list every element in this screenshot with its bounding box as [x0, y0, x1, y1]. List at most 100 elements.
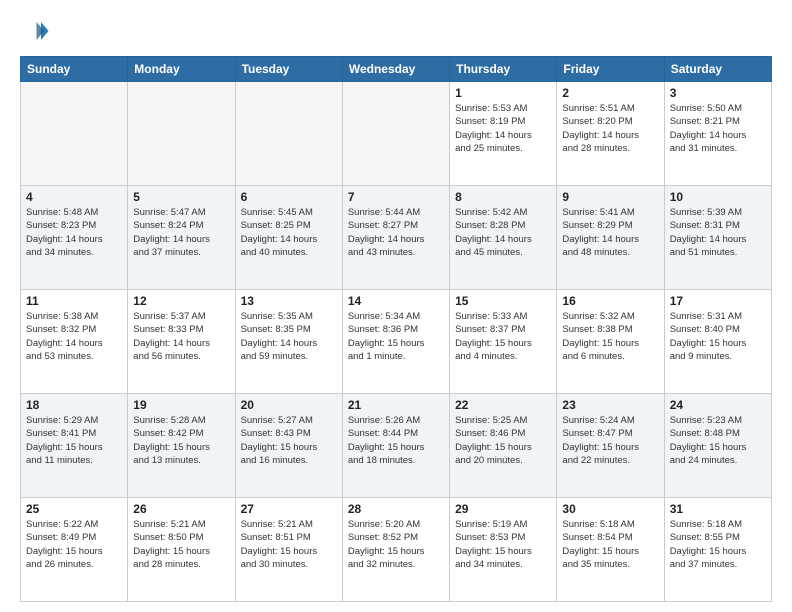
day-info: Sunrise: 5:38 AM Sunset: 8:32 PM Dayligh…	[26, 310, 122, 363]
day-number: 5	[133, 190, 229, 204]
logo	[20, 16, 54, 46]
calendar-week-row: 11Sunrise: 5:38 AM Sunset: 8:32 PM Dayli…	[21, 290, 772, 394]
calendar-header-row: SundayMondayTuesdayWednesdayThursdayFrid…	[21, 57, 772, 82]
day-info: Sunrise: 5:41 AM Sunset: 8:29 PM Dayligh…	[562, 206, 658, 259]
day-number: 12	[133, 294, 229, 308]
calendar-cell: 2 Sunrise: 5:51 AM Sunset: 8:20 PM Daylig…	[557, 82, 664, 186]
day-number: 7	[348, 190, 444, 204]
day-info: Sunrise: 5:48 AM Sunset: 8:23 PM Dayligh…	[26, 206, 122, 259]
calendar-day-header: Thursday	[450, 57, 557, 82]
calendar-week-row: 18 Sunrise: 5:29 AM Sunset: 8:41 PM Dayli…	[21, 394, 772, 498]
day-number: 9	[562, 190, 658, 204]
day-info: Sunrise: 5:22 AM Sunset: 8:49 PM Dayligh…	[26, 518, 122, 571]
calendar-cell: 26Sunrise: 5:21 AM Sunset: 8:50 PM Dayli…	[128, 498, 235, 602]
calendar-cell: 30Sunrise: 5:18 AM Sunset: 8:54 PM Dayli…	[557, 498, 664, 602]
day-info: Sunrise: 5:31 AM Sunset: 8:40 PM Dayligh…	[670, 310, 766, 363]
calendar-day-header: Friday	[557, 57, 664, 82]
calendar-cell: 18 Sunrise: 5:29 AM Sunset: 8:41 PM Dayli…	[21, 394, 128, 498]
calendar-cell: 6 Sunrise: 5:45 AM Sunset: 8:25 PM Daylig…	[235, 186, 342, 290]
calendar-cell: 20Sunrise: 5:27 AM Sunset: 8:43 PM Dayli…	[235, 394, 342, 498]
day-number: 27	[241, 502, 337, 516]
calendar-cell: 10 Sunrise: 5:39 AM Sunset: 8:31 PM Dayli…	[664, 186, 771, 290]
day-info: Sunrise: 5:32 AM Sunset: 8:38 PM Dayligh…	[562, 310, 658, 363]
calendar-cell: 19 Sunrise: 5:28 AM Sunset: 8:42 PM Dayli…	[128, 394, 235, 498]
calendar-cell: 12 Sunrise: 5:37 AM Sunset: 8:33 PM Dayli…	[128, 290, 235, 394]
calendar-day-header: Wednesday	[342, 57, 449, 82]
calendar-cell: 24 Sunrise: 5:23 AM Sunset: 8:48 PM Dayli…	[664, 394, 771, 498]
calendar-cell: 22 Sunrise: 5:25 AM Sunset: 8:46 PM Dayli…	[450, 394, 557, 498]
day-info: Sunrise: 5:19 AM Sunset: 8:53 PM Dayligh…	[455, 518, 551, 571]
day-number: 30	[562, 502, 658, 516]
day-info: Sunrise: 5:39 AM Sunset: 8:31 PM Dayligh…	[670, 206, 766, 259]
day-info: Sunrise: 5:37 AM Sunset: 8:33 PM Dayligh…	[133, 310, 229, 363]
day-number: 29	[455, 502, 551, 516]
page: SundayMondayTuesdayWednesdayThursdayFrid…	[0, 0, 792, 612]
calendar-week-row: 4 Sunrise: 5:48 AM Sunset: 8:23 PM Daylig…	[21, 186, 772, 290]
calendar-cell: 27 Sunrise: 5:21 AM Sunset: 8:51 PM Dayli…	[235, 498, 342, 602]
day-info: Sunrise: 5:26 AM Sunset: 8:44 PM Dayligh…	[348, 414, 444, 467]
day-info: Sunrise: 5:20 AM Sunset: 8:52 PM Dayligh…	[348, 518, 444, 571]
calendar-cell: 13 Sunrise: 5:35 AM Sunset: 8:35 PM Dayli…	[235, 290, 342, 394]
calendar-cell: 15 Sunrise: 5:33 AM Sunset: 8:37 PM Dayli…	[450, 290, 557, 394]
calendar-cell: 7 Sunrise: 5:44 AM Sunset: 8:27 PM Daylig…	[342, 186, 449, 290]
logo-icon	[20, 16, 50, 46]
day-info: Sunrise: 5:18 AM Sunset: 8:55 PM Dayligh…	[670, 518, 766, 571]
day-number: 31	[670, 502, 766, 516]
day-number: 26	[133, 502, 229, 516]
calendar-cell: 29 Sunrise: 5:19 AM Sunset: 8:53 PM Dayli…	[450, 498, 557, 602]
day-info: Sunrise: 5:50 AM Sunset: 8:21 PM Dayligh…	[670, 102, 766, 155]
calendar-cell: 11Sunrise: 5:38 AM Sunset: 8:32 PM Dayli…	[21, 290, 128, 394]
day-number: 3	[670, 86, 766, 100]
day-info: Sunrise: 5:42 AM Sunset: 8:28 PM Dayligh…	[455, 206, 551, 259]
calendar-day-header: Tuesday	[235, 57, 342, 82]
calendar-day-header: Saturday	[664, 57, 771, 82]
day-info: Sunrise: 5:33 AM Sunset: 8:37 PM Dayligh…	[455, 310, 551, 363]
calendar-cell	[128, 82, 235, 186]
calendar-cell: 3 Sunrise: 5:50 AM Sunset: 8:21 PM Daylig…	[664, 82, 771, 186]
calendar-week-row: 25 Sunrise: 5:22 AM Sunset: 8:49 PM Dayli…	[21, 498, 772, 602]
day-number: 1	[455, 86, 551, 100]
day-info: Sunrise: 5:44 AM Sunset: 8:27 PM Dayligh…	[348, 206, 444, 259]
day-number: 14	[348, 294, 444, 308]
day-info: Sunrise: 5:24 AM Sunset: 8:47 PM Dayligh…	[562, 414, 658, 467]
header	[20, 16, 772, 46]
day-number: 8	[455, 190, 551, 204]
day-info: Sunrise: 5:45 AM Sunset: 8:25 PM Dayligh…	[241, 206, 337, 259]
calendar-cell: 9 Sunrise: 5:41 AM Sunset: 8:29 PM Daylig…	[557, 186, 664, 290]
day-info: Sunrise: 5:28 AM Sunset: 8:42 PM Dayligh…	[133, 414, 229, 467]
day-number: 4	[26, 190, 122, 204]
calendar-cell: 5 Sunrise: 5:47 AM Sunset: 8:24 PM Daylig…	[128, 186, 235, 290]
calendar-cell: 14 Sunrise: 5:34 AM Sunset: 8:36 PM Dayli…	[342, 290, 449, 394]
day-number: 13	[241, 294, 337, 308]
day-number: 10	[670, 190, 766, 204]
day-info: Sunrise: 5:34 AM Sunset: 8:36 PM Dayligh…	[348, 310, 444, 363]
calendar-cell: 4 Sunrise: 5:48 AM Sunset: 8:23 PM Daylig…	[21, 186, 128, 290]
day-number: 15	[455, 294, 551, 308]
day-number: 23	[562, 398, 658, 412]
day-number: 2	[562, 86, 658, 100]
calendar-cell: 8 Sunrise: 5:42 AM Sunset: 8:28 PM Daylig…	[450, 186, 557, 290]
calendar-cell: 28Sunrise: 5:20 AM Sunset: 8:52 PM Dayli…	[342, 498, 449, 602]
calendar-cell: 17 Sunrise: 5:31 AM Sunset: 8:40 PM Dayli…	[664, 290, 771, 394]
calendar-cell	[235, 82, 342, 186]
day-number: 22	[455, 398, 551, 412]
day-info: Sunrise: 5:53 AM Sunset: 8:19 PM Dayligh…	[455, 102, 551, 155]
calendar-day-header: Sunday	[21, 57, 128, 82]
day-info: Sunrise: 5:47 AM Sunset: 8:24 PM Dayligh…	[133, 206, 229, 259]
day-number: 6	[241, 190, 337, 204]
day-number: 25	[26, 502, 122, 516]
calendar-cell: 23 Sunrise: 5:24 AM Sunset: 8:47 PM Dayli…	[557, 394, 664, 498]
day-info: Sunrise: 5:25 AM Sunset: 8:46 PM Dayligh…	[455, 414, 551, 467]
calendar-table: SundayMondayTuesdayWednesdayThursdayFrid…	[20, 56, 772, 602]
day-number: 18	[26, 398, 122, 412]
day-info: Sunrise: 5:21 AM Sunset: 8:51 PM Dayligh…	[241, 518, 337, 571]
day-info: Sunrise: 5:35 AM Sunset: 8:35 PM Dayligh…	[241, 310, 337, 363]
day-number: 24	[670, 398, 766, 412]
day-number: 19	[133, 398, 229, 412]
day-number: 17	[670, 294, 766, 308]
day-info: Sunrise: 5:51 AM Sunset: 8:20 PM Dayligh…	[562, 102, 658, 155]
calendar-week-row: 1 Sunrise: 5:53 AM Sunset: 8:19 PM Daylig…	[21, 82, 772, 186]
day-info: Sunrise: 5:29 AM Sunset: 8:41 PM Dayligh…	[26, 414, 122, 467]
day-info: Sunrise: 5:23 AM Sunset: 8:48 PM Dayligh…	[670, 414, 766, 467]
day-info: Sunrise: 5:27 AM Sunset: 8:43 PM Dayligh…	[241, 414, 337, 467]
